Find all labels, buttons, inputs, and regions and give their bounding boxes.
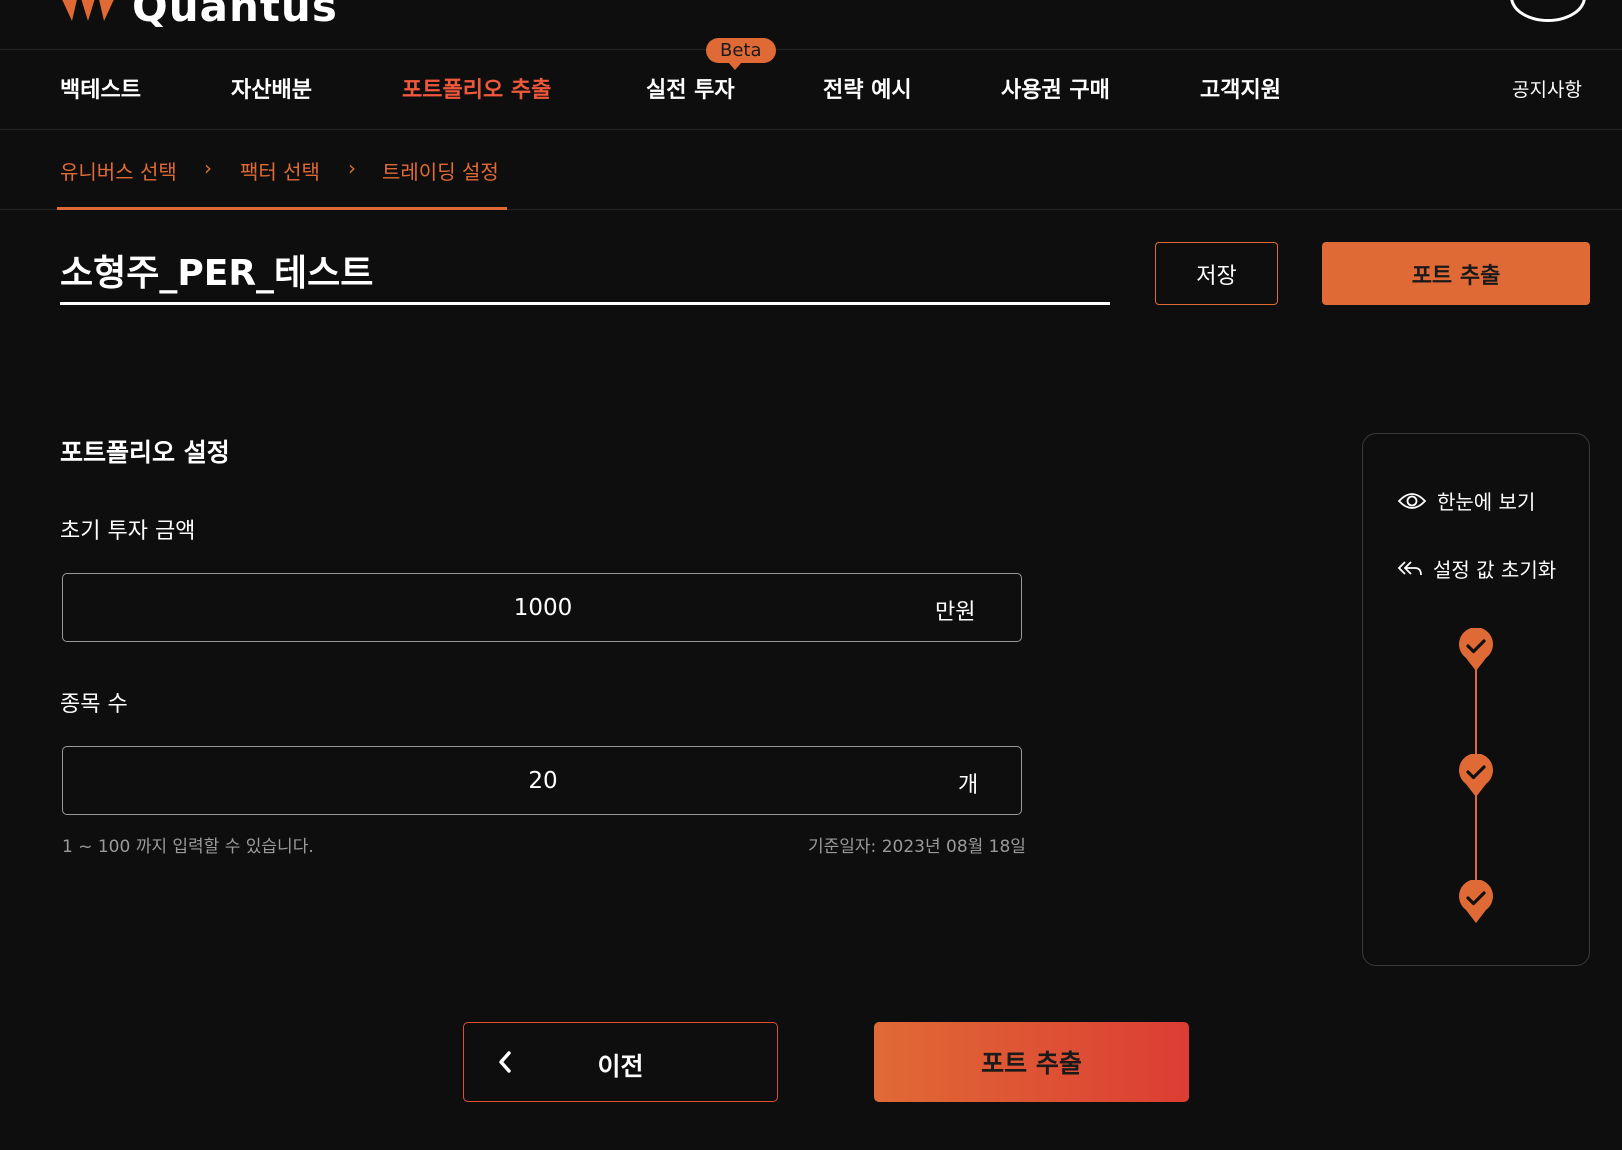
reset-link[interactable]: 설정 값 초기화 — [1397, 554, 1556, 583]
check-pin-icon — [1459, 880, 1493, 923]
stock-count-field: 개 — [62, 746, 1023, 815]
prev-button[interactable]: 이전 — [463, 1022, 778, 1102]
step-progress: 유니버스 선택 › 팩터 선택 › 트레이딩 설정 — [57, 130, 507, 210]
overview-link[interactable]: 한눈에 보기 — [1397, 486, 1535, 515]
nav-item-support[interactable]: 고객지원 — [1200, 72, 1281, 104]
logo[interactable]: Quantus — [58, 0, 338, 31]
step-universe[interactable]: 유니버스 선택 — [60, 156, 177, 185]
main-nav: 백테스트 자산배분 포트폴리오 추출 실전 투자 Beta 전략 예시 사용권 … — [0, 38, 1622, 130]
nav-item-live-trading[interactable]: 실전 투자 — [646, 72, 735, 104]
strategy-title-field — [60, 240, 1110, 305]
step-breadcrumb: 유니버스 선택 › 팩터 선택 › 트레이딩 설정 — [0, 130, 1622, 210]
stock-count-unit: 개 — [958, 773, 979, 798]
overview-label: 한눈에 보기 — [1437, 490, 1536, 514]
reply-all-icon — [1397, 560, 1422, 575]
logo-text: Quantus — [132, 0, 338, 31]
stock-count-hint: 1 ~ 100 까지 입력할 수 있습니다. — [62, 837, 314, 857]
stock-count-label: 종목 수 — [60, 692, 128, 717]
stock-count-input[interactable] — [63, 747, 1023, 814]
beta-badge: Beta — [706, 38, 776, 70]
check-pin-icon — [1459, 754, 1493, 797]
nav-item-purchase[interactable]: 사용권 구매 — [1001, 72, 1110, 104]
nav-item-asset-allocation[interactable]: 자산배분 — [231, 72, 312, 104]
initial-amount-field: 만원 — [62, 573, 1023, 642]
chevron-right-icon: › — [204, 156, 212, 180]
logo-mark-icon — [62, 0, 114, 21]
strategy-title-input[interactable] — [60, 244, 1110, 296]
initial-amount-unit: 만원 — [935, 600, 976, 625]
extract-button[interactable]: 포트 추출 — [874, 1022, 1189, 1102]
prev-label: 이전 — [597, 1052, 644, 1081]
notice-link[interactable]: 공지사항 — [1512, 75, 1582, 102]
avatar[interactable] — [1510, 0, 1586, 22]
step-trading[interactable]: 트레이딩 설정 — [382, 156, 499, 185]
initial-amount-input[interactable] — [63, 574, 1023, 641]
top-bar: Quantus — [0, 0, 1622, 50]
base-date: 기준일자: 2023년 08월 18일 — [808, 837, 1026, 857]
side-panel: 한눈에 보기 설정 값 초기화 — [1362, 433, 1590, 966]
initial-amount-label: 초기 투자 금액 — [60, 519, 196, 544]
check-pin-icon — [1459, 628, 1493, 671]
eye-icon — [1397, 492, 1427, 509]
nav-item-portfolio-extract[interactable]: 포트폴리오 추출 — [402, 72, 551, 104]
section-title: 포트폴리오 설정 — [60, 438, 230, 467]
extract-button-top[interactable]: 포트 추출 — [1322, 242, 1590, 305]
nav-item-strategy-examples[interactable]: 전략 예시 — [823, 72, 912, 104]
step-factor[interactable]: 팩터 선택 — [240, 156, 320, 185]
nav-item-backtest[interactable]: 백테스트 — [60, 72, 141, 104]
save-button[interactable]: 저장 — [1155, 242, 1278, 305]
chevron-right-icon: › — [348, 156, 356, 180]
reset-label: 설정 값 초기화 — [1433, 558, 1557, 582]
